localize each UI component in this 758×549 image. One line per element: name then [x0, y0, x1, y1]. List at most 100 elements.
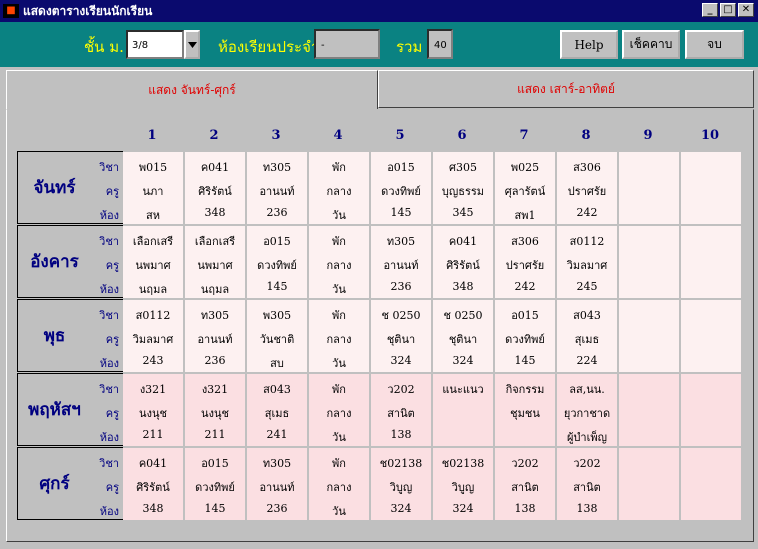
schedule-cell[interactable]: ว202 สานิต 138 [495, 448, 555, 520]
tab-weekend[interactable]: แสดง เสาร์-อาทิตย์ [378, 70, 754, 108]
cell-room: วัน [332, 357, 346, 370]
schedule-cell[interactable]: เลือกเสรี นพมาศ นฤมล [123, 226, 183, 298]
schedule-cell[interactable]: ส0112 วิมลมาศ 245 [557, 226, 617, 298]
schedule-cell[interactable]: พัก กลาง วัน [309, 152, 369, 224]
minimize-button[interactable]: _ [702, 3, 718, 17]
cell-room: 138 [390, 428, 412, 441]
total-label: รวม [396, 38, 423, 56]
schedule-cell[interactable]: ว202 สานิต 138 [557, 448, 617, 520]
schedule-cell[interactable]: พ305 วันชาติ สบ [247, 300, 307, 372]
cell-room: 236 [266, 206, 288, 219]
schedule-cell[interactable] [681, 448, 741, 520]
cell-teacher: กลาง [326, 259, 352, 272]
schedule-cell[interactable]: ค041 ศิริรัตน์ 348 [185, 152, 245, 224]
chevron-down-icon[interactable] [184, 30, 200, 59]
cell-subject: ช02138 [379, 457, 423, 470]
help-button[interactable]: Help [560, 30, 618, 59]
schedule-cell[interactable]: พัก กลาง วัน [309, 226, 369, 298]
schedule-cell[interactable]: พ025 ศุลารัตน์ สพ1 [495, 152, 555, 224]
cell-subject: แนะแนว [442, 383, 484, 396]
schedule-cell[interactable]: พัก กลาง วัน [309, 448, 369, 520]
cell-subject: ช 0250 [443, 309, 483, 322]
cell-teacher: ศิริรัตน์ [198, 185, 232, 198]
cell-room: 324 [452, 502, 474, 515]
schedule-cell[interactable] [619, 226, 679, 298]
schedule-cell[interactable]: ท305 อานนท์ 236 [371, 226, 431, 298]
schedule-cell[interactable]: ว202 สานิต 138 [371, 374, 431, 446]
cell-teacher: ดวงทิพย์ [381, 185, 421, 198]
cell-subject: พ015 [138, 161, 168, 174]
tab-weekdays[interactable]: แสดง จันทร์-ศุกร์ [6, 70, 378, 110]
schedule-cell[interactable]: ง321 นงนุช 211 [123, 374, 183, 446]
schedule-cell[interactable] [681, 226, 741, 298]
cell-subject: ง321 [139, 383, 167, 396]
schedule-cell[interactable]: ลส,นน. ยุวกาชาด ผู้บำเพ็ญ [557, 374, 617, 446]
schedule-cell[interactable]: ส043 สุเมธ 241 [247, 374, 307, 446]
cell-room: 236 [204, 354, 226, 367]
schedule-cell[interactable]: ช 0250 ชุตินา 324 [371, 300, 431, 372]
column-header: 1 [147, 128, 157, 143]
cell-room: สพ1 [514, 209, 536, 222]
cell-subject: ลส,นน. [569, 383, 605, 396]
schedule-cell[interactable]: เลือกเสรี นพมาศ นฤมล [185, 226, 245, 298]
schedule-cell[interactable]: อ015 ดวงทิพย์ 145 [185, 448, 245, 520]
schedule-cell[interactable] [619, 374, 679, 446]
schedule-cell[interactable]: ส0112 วิมลมาศ 243 [123, 300, 183, 372]
cell-teacher: ยุวกาชาด [563, 407, 611, 420]
schedule-cell[interactable] [619, 300, 679, 372]
schedule-cell[interactable] [619, 152, 679, 224]
schedule-cell[interactable]: ช02138 วิบูญ 324 [433, 448, 493, 520]
schedule-cell[interactable]: ง321 นงนุช 211 [185, 374, 245, 446]
cell-subject: พ305 [262, 309, 292, 322]
cell-subject: เลือกเสรี [194, 235, 236, 248]
schedule-cell[interactable]: ส043 สุเมธ 224 [557, 300, 617, 372]
schedule-cell[interactable]: ท305 อานนท์ 236 [247, 152, 307, 224]
exit-button[interactable]: จบ [685, 30, 744, 59]
row-label: ครู [105, 333, 119, 346]
schedule-cell[interactable]: อ015 ดวงทิพย์ 145 [371, 152, 431, 224]
schedule-cell[interactable]: ส306 ปราศรัย 242 [495, 226, 555, 298]
cell-room: 348 [452, 280, 474, 293]
schedule-cell[interactable]: ท305 อานนท์ 236 [185, 300, 245, 372]
cell-subject: ส043 [573, 309, 601, 322]
schedule-cell[interactable]: ค041 ศิริรัตน์ 348 [433, 226, 493, 298]
check-period-button[interactable]: เช็คคาบ [622, 30, 680, 59]
schedule-cell[interactable] [681, 300, 741, 372]
maximize-button[interactable]: □ [720, 3, 736, 17]
cell-subject: ส306 [511, 235, 539, 248]
schedule-cell[interactable]: ส306 ปราศรัย 242 [557, 152, 617, 224]
cell-subject: พ025 [510, 161, 540, 174]
row-label: ห้อง [99, 283, 119, 296]
close-button[interactable]: ✕ [738, 3, 754, 17]
cell-subject: ช02138 [441, 457, 485, 470]
cell-teacher: ศิริรัตน์ [136, 481, 170, 494]
schedule-cell[interactable]: กิจกรรม ชุมชน [495, 374, 555, 446]
schedule-cell[interactable] [681, 152, 741, 224]
schedule-cell[interactable]: ช02138 วิบูญ 324 [371, 448, 431, 520]
schedule-cell[interactable]: อ015 ดวงทิพย์ 145 [495, 300, 555, 372]
column-header: 8 [581, 128, 591, 143]
day-label: จันทร์ [17, 151, 91, 224]
schedule-cell[interactable] [619, 448, 679, 520]
cell-teacher: ศิริรัตน์ [446, 259, 480, 272]
cell-teacher: กลาง [326, 333, 352, 346]
grade-select[interactable]: 3/8 [126, 30, 200, 59]
schedule-cell[interactable]: ท305 อานนท์ 236 [247, 448, 307, 520]
schedule-cell[interactable]: พัก กลาง วัน [309, 374, 369, 446]
row-labels: วิชา ครู ห้อง [91, 373, 123, 446]
schedule-cell[interactable]: พ015 นภา สห [123, 152, 183, 224]
schedule-cell[interactable]: แนะแนว [433, 374, 493, 446]
schedule-cell[interactable]: ศ305 บุญธรรม 345 [433, 152, 493, 224]
cell-room: นฤมล [138, 283, 168, 296]
schedule-cell[interactable]: ค041 ศิริรัตน์ 348 [123, 448, 183, 520]
cell-teacher: อานนท์ [259, 481, 295, 494]
grade-select-value[interactable]: 3/8 [126, 30, 184, 59]
schedule-cell[interactable]: ช 0250 ชุตินา 324 [433, 300, 493, 372]
cell-subject: เลือกเสรี [132, 235, 174, 248]
cell-teacher: วิมลมาศ [132, 333, 174, 346]
cell-teacher: กลาง [326, 407, 352, 420]
schedule-cell[interactable] [681, 374, 741, 446]
schedule-cell[interactable]: พัก กลาง วัน [309, 300, 369, 372]
cell-teacher: กลาง [326, 481, 352, 494]
schedule-cell[interactable]: อ015 ดวงทิพย์ 145 [247, 226, 307, 298]
